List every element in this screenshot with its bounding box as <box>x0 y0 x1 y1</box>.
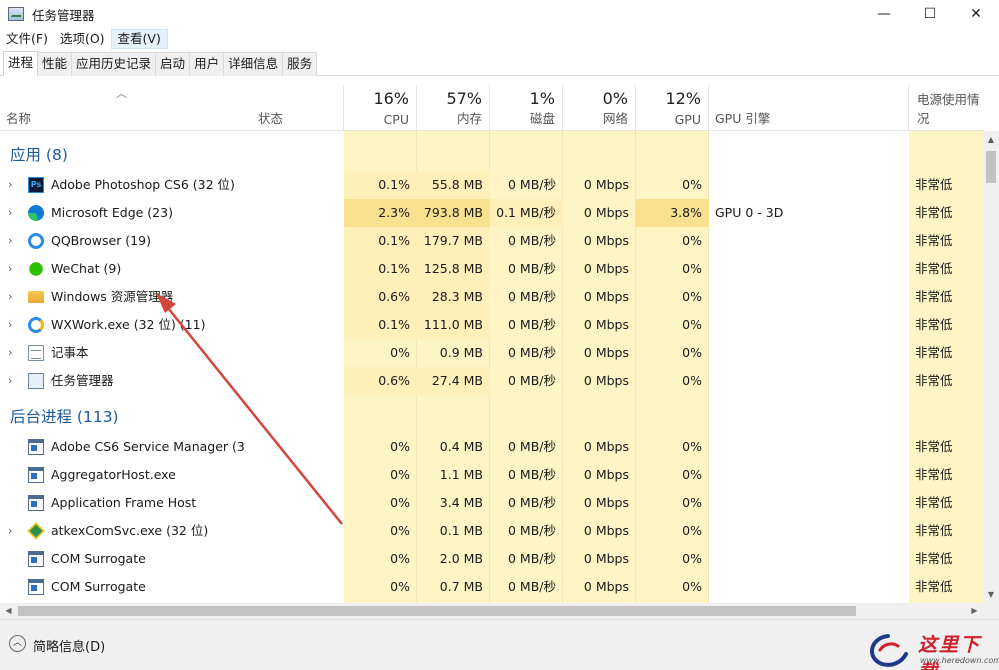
scroll-right-icon[interactable]: ▶ <box>966 603 983 619</box>
process-list: 应用 (8) › Ps Adobe Photoshop CS6 (32 位) 0… <box>0 131 983 603</box>
chevron-right-icon[interactable]: › <box>8 517 18 545</box>
table-row[interactable]: › QQBrowser (19) 0.1% 179.7 MB 0 MB/秒 0 … <box>0 227 983 255</box>
column-status[interactable]: 状态 <box>252 85 344 131</box>
chevron-right-icon[interactable]: › <box>8 227 18 255</box>
chevron-right-icon[interactable]: › <box>8 311 18 339</box>
service-window-icon <box>28 439 44 455</box>
task-manager-icon <box>28 373 44 389</box>
table-row[interactable]: Adobe CS6 Service Manager (3... 0% 0.4 M… <box>0 433 983 461</box>
table-row[interactable]: › WeChat (9) 0.1% 125.8 MB 0 MB/秒 0 Mbps… <box>0 255 983 283</box>
column-gpu-engine[interactable]: GPU 引擎 <box>709 85 909 131</box>
photoshop-icon: Ps <box>28 177 44 193</box>
chevron-up-circle-icon[interactable]: ︿ <box>9 635 26 652</box>
folder-icon <box>28 291 44 303</box>
close-button[interactable]: ✕ <box>953 0 999 28</box>
column-cpu[interactable]: 16% CPU <box>344 85 417 131</box>
column-disk[interactable]: 1% 磁盘 <box>490 85 563 131</box>
horizontal-scrollbar[interactable]: ◀ ▶ <box>0 603 983 619</box>
footer: ︿ 简略信息(D) <box>0 619 999 670</box>
window-title: 任务管理器 <box>32 7 95 23</box>
app-window-icon <box>28 467 44 483</box>
table-row[interactable]: › Windows 资源管理器 0.6% 28.3 MB 0 MB/秒 0 Mb… <box>0 283 983 311</box>
table-row[interactable]: Application Frame Host 0% 3.4 MB 0 MB/秒 … <box>0 489 983 517</box>
atkex-service-icon <box>27 522 45 540</box>
task-manager-icon <box>8 7 24 21</box>
table-row[interactable]: › Microsoft Edge (23) 2.3% 793.8 MB 0.1 … <box>0 199 983 227</box>
tab-app-history[interactable]: 应用历史记录 <box>71 52 157 76</box>
menu-view[interactable]: 查看(V) <box>110 29 168 49</box>
chevron-right-icon[interactable]: › <box>8 255 18 283</box>
app-window-icon <box>28 495 44 511</box>
chevron-right-icon[interactable]: › <box>8 199 18 227</box>
qqbrowser-icon <box>28 233 44 249</box>
tab-bar: 进程 性能 应用历史记录 启动 用户 详细信息 服务 <box>0 51 999 76</box>
horizontal-scroll-thumb[interactable] <box>18 606 856 616</box>
tab-performance[interactable]: 性能 <box>37 52 73 76</box>
tab-details[interactable]: 详细信息 <box>223 52 284 76</box>
table-row[interactable]: › atkexComSvc.exe (32 位) 0% 0.1 MB 0 MB/… <box>0 517 983 545</box>
table-row[interactable]: COM Surrogate 0% 0.7 MB 0 MB/秒 0 Mbps 0%… <box>0 573 983 601</box>
notepad-icon <box>28 345 44 361</box>
app-window-icon <box>28 579 44 595</box>
column-header: ︿ 名称 状态 16% CPU 57% 内存 1% 磁盘 0% 网络 12% G… <box>0 85 983 131</box>
table-row[interactable]: COM Surrogate 0% 2.0 MB 0 MB/秒 0 Mbps 0%… <box>0 545 983 573</box>
table-row[interactable]: › 任务管理器 0.6% 27.4 MB 0 MB/秒 0 Mbps 0% 非常… <box>0 367 983 395</box>
edge-icon <box>28 205 44 221</box>
column-name[interactable]: 名称 <box>0 85 252 131</box>
group-apps[interactable]: 应用 (8) <box>0 141 983 169</box>
maximize-button[interactable]: ☐ <box>907 0 953 28</box>
table-row[interactable]: › Ps Adobe Photoshop CS6 (32 位) 0.1% 55.… <box>0 171 983 199</box>
menu-file[interactable]: 文件(F) <box>0 29 54 49</box>
scroll-left-icon[interactable]: ◀ <box>0 603 17 619</box>
scrollbar-corner <box>983 603 999 619</box>
watermark-url: www.heredown.com <box>920 656 999 665</box>
fewer-details-link[interactable]: 简略信息(D) <box>33 636 105 655</box>
scroll-up-icon[interactable]: ▲ <box>983 131 999 148</box>
tab-processes[interactable]: 进程 <box>3 51 39 76</box>
wechat-icon <box>29 262 43 276</box>
chevron-right-icon[interactable]: › <box>8 283 18 311</box>
menu-options[interactable]: 选项(O) <box>54 29 111 49</box>
tab-services[interactable]: 服务 <box>282 52 318 76</box>
title-bar: 任务管理器 — ☐ ✕ <box>0 0 999 28</box>
table-row[interactable]: › 记事本 0% 0.9 MB 0 MB/秒 0 Mbps 0% 非常低 <box>0 339 983 367</box>
group-background[interactable]: 后台进程 (113) <box>0 403 983 431</box>
minimize-button[interactable]: — <box>861 0 907 28</box>
chevron-right-icon[interactable]: › <box>8 339 18 367</box>
app-window-icon <box>28 551 44 567</box>
column-network[interactable]: 0% 网络 <box>563 85 636 131</box>
chevron-right-icon[interactable]: › <box>8 367 18 395</box>
column-gpu[interactable]: 12% GPU <box>636 85 709 131</box>
chevron-right-icon[interactable]: › <box>8 171 18 199</box>
vertical-scrollbar[interactable]: ▲ ▼ <box>983 131 999 603</box>
menu-bar: 文件(F) 选项(O) 查看(V) <box>0 29 168 49</box>
column-power[interactable]: 电源使用情况 <box>909 85 983 131</box>
table-row[interactable]: AggregatorHost.exe 0% 1.1 MB 0 MB/秒 0 Mb… <box>0 461 983 489</box>
table-row[interactable]: › WXWork.exe (32 位) (11) 0.1% 111.0 MB 0… <box>0 311 983 339</box>
wxwork-icon <box>28 317 44 333</box>
vertical-scroll-thumb[interactable] <box>986 151 996 183</box>
tab-users[interactable]: 用户 <box>189 52 225 76</box>
column-memory[interactable]: 57% 内存 <box>417 85 490 131</box>
tab-startup[interactable]: 启动 <box>155 52 191 76</box>
scroll-down-icon[interactable]: ▼ <box>983 586 999 603</box>
